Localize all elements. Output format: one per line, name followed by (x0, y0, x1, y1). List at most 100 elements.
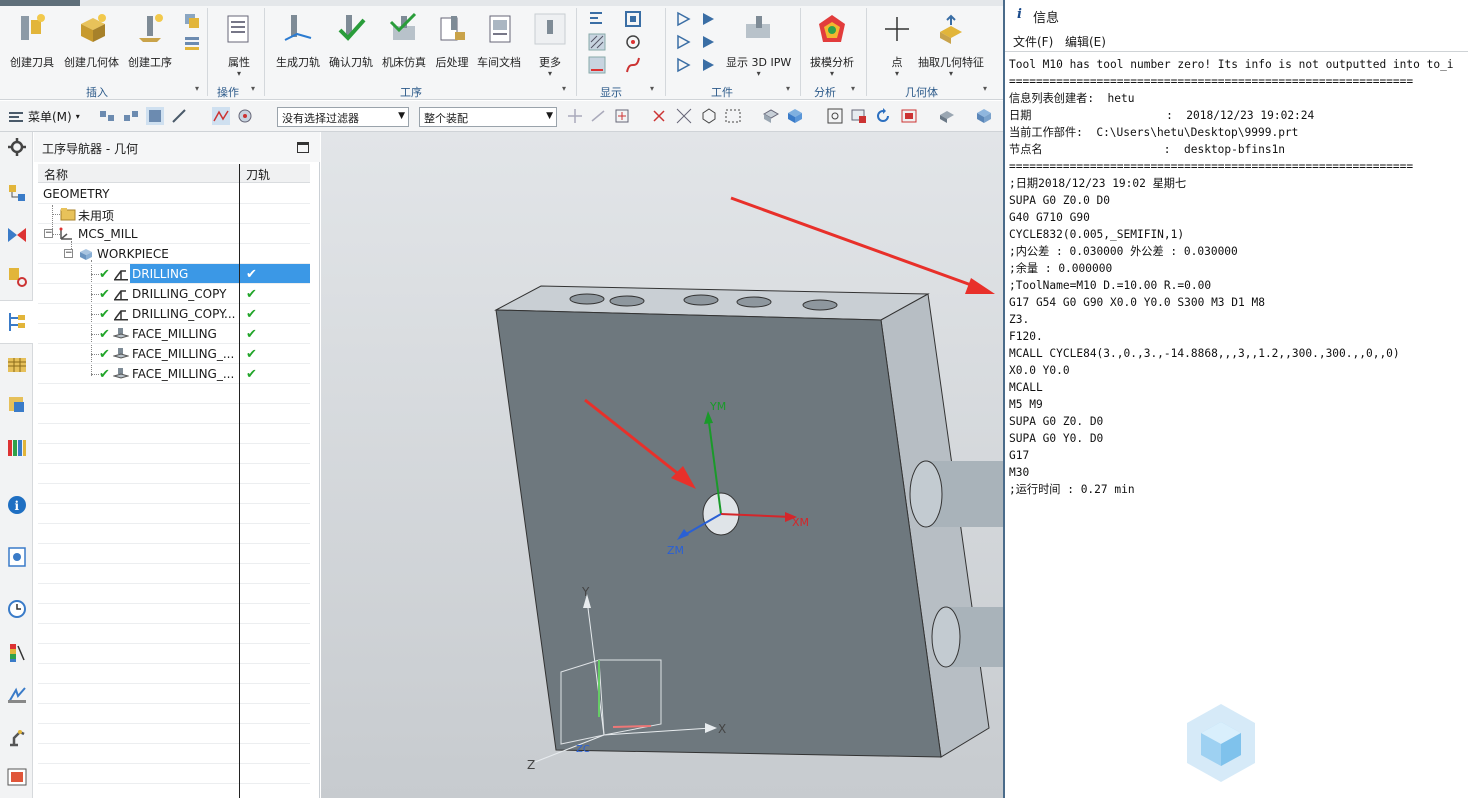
part-navigator-icon[interactable] (6, 266, 28, 288)
workpiece-play-icon[interactable] (675, 10, 693, 28)
collapse-icon[interactable]: − (44, 229, 53, 238)
robot-icon[interactable] (6, 726, 28, 748)
more-button[interactable]: 更多 ▾ (533, 12, 567, 78)
group-process-caret-icon[interactable]: ▾ (562, 84, 566, 93)
extract-geometry-caret-icon[interactable]: ▾ (949, 70, 953, 78)
web-browser-icon[interactable] (6, 546, 28, 568)
properties-caret-icon[interactable]: ▾ (237, 70, 241, 78)
group-workpiece-caret-icon[interactable]: ▾ (786, 84, 790, 93)
graphics-viewport[interactable]: YM XM ZM Y X Z ZC (321, 132, 1003, 798)
tree-row-face-milling[interactable]: ✔ FACE_MILLING ✔ (38, 324, 310, 344)
selection-filter-dropdown[interactable]: 没有选择过滤器 ▼ (277, 107, 409, 127)
view-box-icon[interactable] (975, 107, 993, 125)
generate-toolpath-button[interactable]: 生成刀轨 (276, 12, 320, 70)
workpiece-step2-icon[interactable] (700, 33, 718, 51)
snap-point-icon[interactable] (566, 107, 584, 125)
show-3d-ipw-button[interactable]: 显示 3D IPW ▾ (726, 12, 791, 78)
tree-row-face-milling-copy[interactable]: ✔ FACE_MILLING_... ✔ (38, 344, 310, 364)
display-toolpath-icon[interactable] (588, 10, 606, 28)
display-curve-icon[interactable] (624, 56, 642, 74)
postprocess-button[interactable]: 后处理 (435, 12, 469, 70)
display-point-icon[interactable] (624, 33, 642, 51)
history-icon[interactable] (6, 598, 28, 620)
machine-simulation-button[interactable]: 机床仿真 (382, 12, 426, 70)
properties-button[interactable]: 属性 ▾ (222, 12, 256, 78)
more-caret-icon[interactable]: ▾ (548, 70, 552, 78)
workpiece-back2-icon[interactable] (700, 56, 718, 74)
workpiece-play2-icon[interactable] (700, 10, 718, 28)
draft-analysis-button[interactable]: 拔模分析 ▾ (810, 12, 854, 78)
small-copy-icon[interactable] (183, 12, 201, 30)
collapse-icon[interactable]: − (64, 249, 73, 258)
snap-intersect-icon[interactable] (675, 107, 693, 125)
show-3d-ipw-caret-icon[interactable]: ▾ (757, 70, 761, 78)
render-style-icon[interactable] (900, 107, 918, 125)
group-geometry-caret-icon[interactable]: ▾ (983, 84, 987, 93)
column-name-header[interactable]: 名称 (44, 166, 68, 183)
workpiece-step-icon[interactable] (675, 33, 693, 51)
draft-analysis-caret-icon[interactable]: ▾ (830, 70, 834, 78)
create-operation-button[interactable]: 创建工序 (128, 12, 172, 70)
fit-view-icon[interactable] (826, 107, 844, 125)
point-caret-icon[interactable]: ▾ (895, 70, 899, 78)
maximize-icon[interactable] (297, 142, 309, 153)
box-select-icon[interactable] (724, 107, 742, 125)
view-shaded-icon[interactable] (762, 107, 780, 125)
snap-mid-icon[interactable] (613, 107, 631, 125)
point-button[interactable]: 点 ▾ (880, 12, 914, 78)
constraint-navigator-icon[interactable] (6, 224, 28, 246)
display-edges-icon[interactable] (938, 107, 956, 125)
zoom-icon[interactable] (850, 107, 868, 125)
display-cutting-icon[interactable] (588, 56, 606, 74)
select-feature-icon[interactable] (98, 107, 116, 125)
tree-row-face-milling-copy-2[interactable]: ✔ FACE_MILLING_... ✔ (38, 364, 310, 384)
assembly-navigator-icon[interactable] (6, 182, 28, 204)
group-display-caret-icon[interactable]: ▾ (650, 84, 654, 93)
process-studio-icon[interactable] (6, 684, 28, 706)
select-face-icon[interactable] (146, 107, 164, 125)
machining-feature-navigator-icon[interactable] (6, 394, 28, 416)
tree-row-drilling-copy[interactable]: ✔ DRILLING_COPY ✔ (38, 284, 310, 304)
gear-icon[interactable] (6, 136, 28, 158)
snap-end-icon[interactable] (590, 107, 608, 125)
reuse-library-icon[interactable] (6, 436, 28, 458)
column-toolpath-header[interactable]: 刀轨 (246, 166, 270, 183)
info-text-area[interactable]: Tool M10 has tool number zero! Its info … (1009, 56, 1467, 796)
active-tab-indicator[interactable] (0, 0, 80, 6)
menu-file[interactable]: 文件(F) (1013, 33, 1053, 50)
snap-settings-icon[interactable] (236, 107, 254, 125)
create-tool-button[interactable]: 创建刀具 (10, 12, 54, 70)
tree-row-workpiece[interactable]: − WORKPIECE (38, 244, 310, 264)
snap-curve-icon[interactable] (212, 107, 230, 125)
role-icon[interactable] (6, 766, 28, 788)
display-view-icon[interactable] (624, 10, 642, 28)
group-operation-caret-icon[interactable]: ▾ (251, 84, 255, 93)
workpiece-back-icon[interactable] (675, 56, 693, 74)
snap-control-icon[interactable] (650, 107, 668, 125)
extract-geometry-button[interactable]: 抽取几何特征 ▾ (918, 12, 984, 78)
machine-tool-navigator-icon[interactable] (6, 354, 28, 376)
menu-edit[interactable]: 编辑(E) (1065, 33, 1106, 50)
shop-docs-button[interactable]: 车间文档 (477, 12, 521, 70)
tree-row-geometry[interactable]: GEOMETRY (38, 184, 310, 204)
info-icon[interactable]: i (6, 494, 28, 516)
color-palette-icon[interactable] (6, 642, 28, 664)
view-cube-icon[interactable] (786, 107, 804, 125)
create-geometry-button[interactable]: 创建几何体 (64, 12, 119, 70)
active-resource-tab[interactable] (0, 300, 33, 344)
verify-toolpath-button[interactable]: 确认刀轨 (329, 12, 373, 70)
tree-row-mcs-mill[interactable]: − MCS_MILL (38, 224, 310, 244)
small-list-icon[interactable] (183, 34, 201, 52)
tree-row-drilling[interactable]: ✔ DRILLING ✔ (38, 264, 310, 284)
tree-row-drilling-copy-2[interactable]: ✔ DRILLING_COPY... ✔ (38, 304, 310, 324)
tree-row-unused[interactable]: 未用项 (38, 204, 310, 224)
select-edge-icon[interactable] (170, 107, 188, 125)
display-hatch-icon[interactable] (588, 33, 606, 51)
group-insert-caret-icon[interactable]: ▾ (195, 84, 199, 93)
group-analysis-caret-icon[interactable]: ▾ (851, 84, 855, 93)
select-body-icon[interactable] (122, 107, 140, 125)
menu-button[interactable]: 菜单(M) ▾ (8, 108, 80, 125)
snap-center-icon[interactable] (700, 107, 718, 125)
assembly-scope-dropdown[interactable]: 整个装配 ▼ (419, 107, 557, 127)
rotate-icon[interactable] (874, 107, 892, 125)
